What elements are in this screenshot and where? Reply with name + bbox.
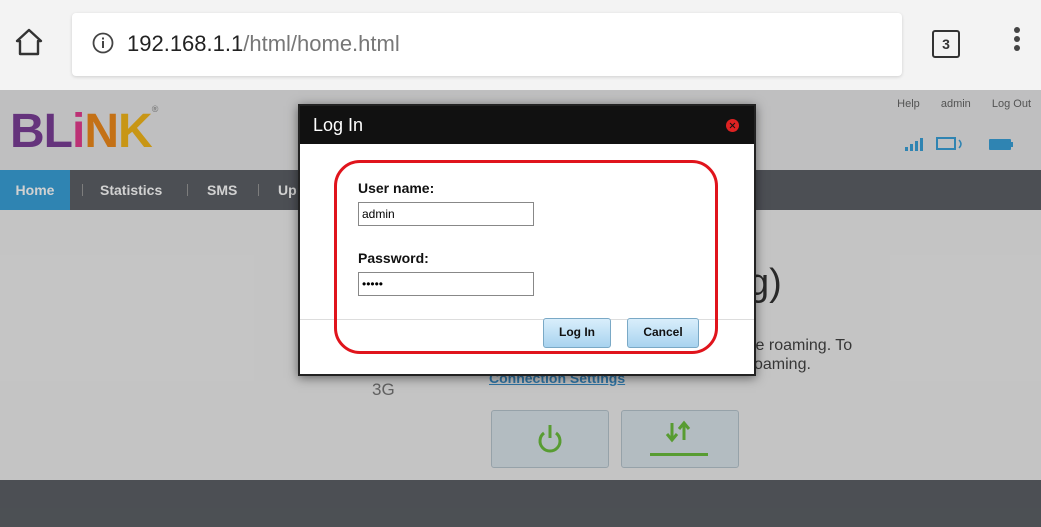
dialog-titlebar: Log In xyxy=(300,106,754,144)
home-icon[interactable] xyxy=(14,26,44,58)
tab-switcher-button[interactable]: 3 xyxy=(932,30,960,58)
url-text[interactable]: 192.168.1.1/html/home.html xyxy=(127,31,400,57)
browser-toolbar: 192.168.1.1/html/home.html 3 xyxy=(0,0,1041,90)
info-icon[interactable] xyxy=(92,32,114,54)
url-host: 192.168.1.1 xyxy=(127,31,244,56)
address-bar[interactable]: 192.168.1.1/html/home.html xyxy=(72,13,902,76)
close-icon[interactable] xyxy=(726,119,739,132)
url-path: /html/home.html xyxy=(243,31,400,56)
overflow-menu-icon[interactable] xyxy=(1012,24,1022,60)
highlight-annotation xyxy=(334,160,718,354)
dialog-title: Log In xyxy=(313,115,364,135)
